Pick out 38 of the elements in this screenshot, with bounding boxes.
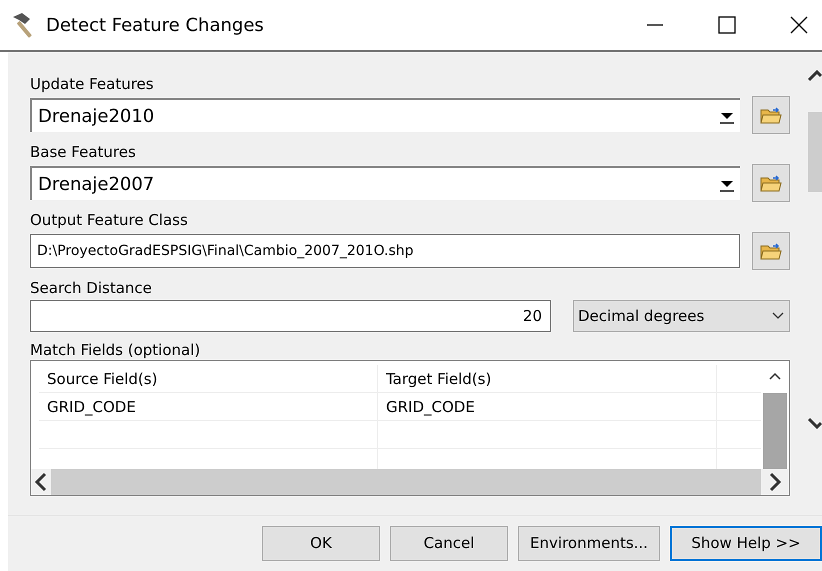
table-cell: GRID_CODE <box>378 393 717 421</box>
browse-button[interactable] <box>752 164 790 202</box>
folder-icon <box>760 242 782 260</box>
folder-icon <box>760 106 782 124</box>
scroll-thumb[interactable] <box>808 112 822 192</box>
distance-field[interactable]: 20 <box>30 300 551 332</box>
table-cell: GRID_CODE <box>39 393 378 421</box>
window-title: Detect Feature Changes <box>46 14 264 38</box>
dialog-button[interactable]: Environments... <box>518 526 660 561</box>
unit-dropdown[interactable]: Decimal degrees <box>573 300 790 332</box>
field-label: Update Features <box>30 74 155 95</box>
column-header[interactable]: Source Field(s) <box>39 365 378 393</box>
dropdown[interactable]: Drenaje2010 <box>30 98 740 132</box>
dropdown-value: Drenaje2010 <box>37 104 154 128</box>
dropdown-value: Decimal degrees <box>578 306 704 327</box>
dialog-button[interactable]: OK <box>262 526 380 561</box>
dialog-button[interactable]: Show Help >> <box>670 526 822 561</box>
dropdown[interactable]: Drenaje2007 <box>30 166 740 200</box>
column-header[interactable]: Target Field(s) <box>378 365 717 393</box>
scroll-left-icon[interactable] <box>33 472 49 492</box>
maximize-icon[interactable] <box>718 16 736 34</box>
browse-button[interactable] <box>752 232 790 270</box>
close-icon[interactable] <box>790 16 808 34</box>
folder-icon <box>760 174 782 192</box>
chevron-down-icon <box>771 311 785 321</box>
dropdown-value: Drenaje2007 <box>37 172 154 196</box>
scroll-right-icon[interactable] <box>767 472 783 492</box>
scroll-up-icon[interactable] <box>808 70 822 82</box>
path-field[interactable]: D:\ProyectoGradESPSIG\Final\Cambio_2007_201O.shp <box>30 234 740 268</box>
scroll-up-icon[interactable] <box>768 371 782 381</box>
field-label: Base Features <box>30 142 137 163</box>
scroll-down-icon[interactable] <box>808 417 822 429</box>
field-label: Search Distance <box>30 278 153 299</box>
browse-button[interactable] <box>752 96 790 134</box>
dialog-button[interactable]: Cancel <box>390 526 508 561</box>
field-label: Match Fields (optional) <box>30 340 202 361</box>
scroll-thumb[interactable] <box>763 393 787 469</box>
field-label: Output Feature Class <box>30 210 189 231</box>
